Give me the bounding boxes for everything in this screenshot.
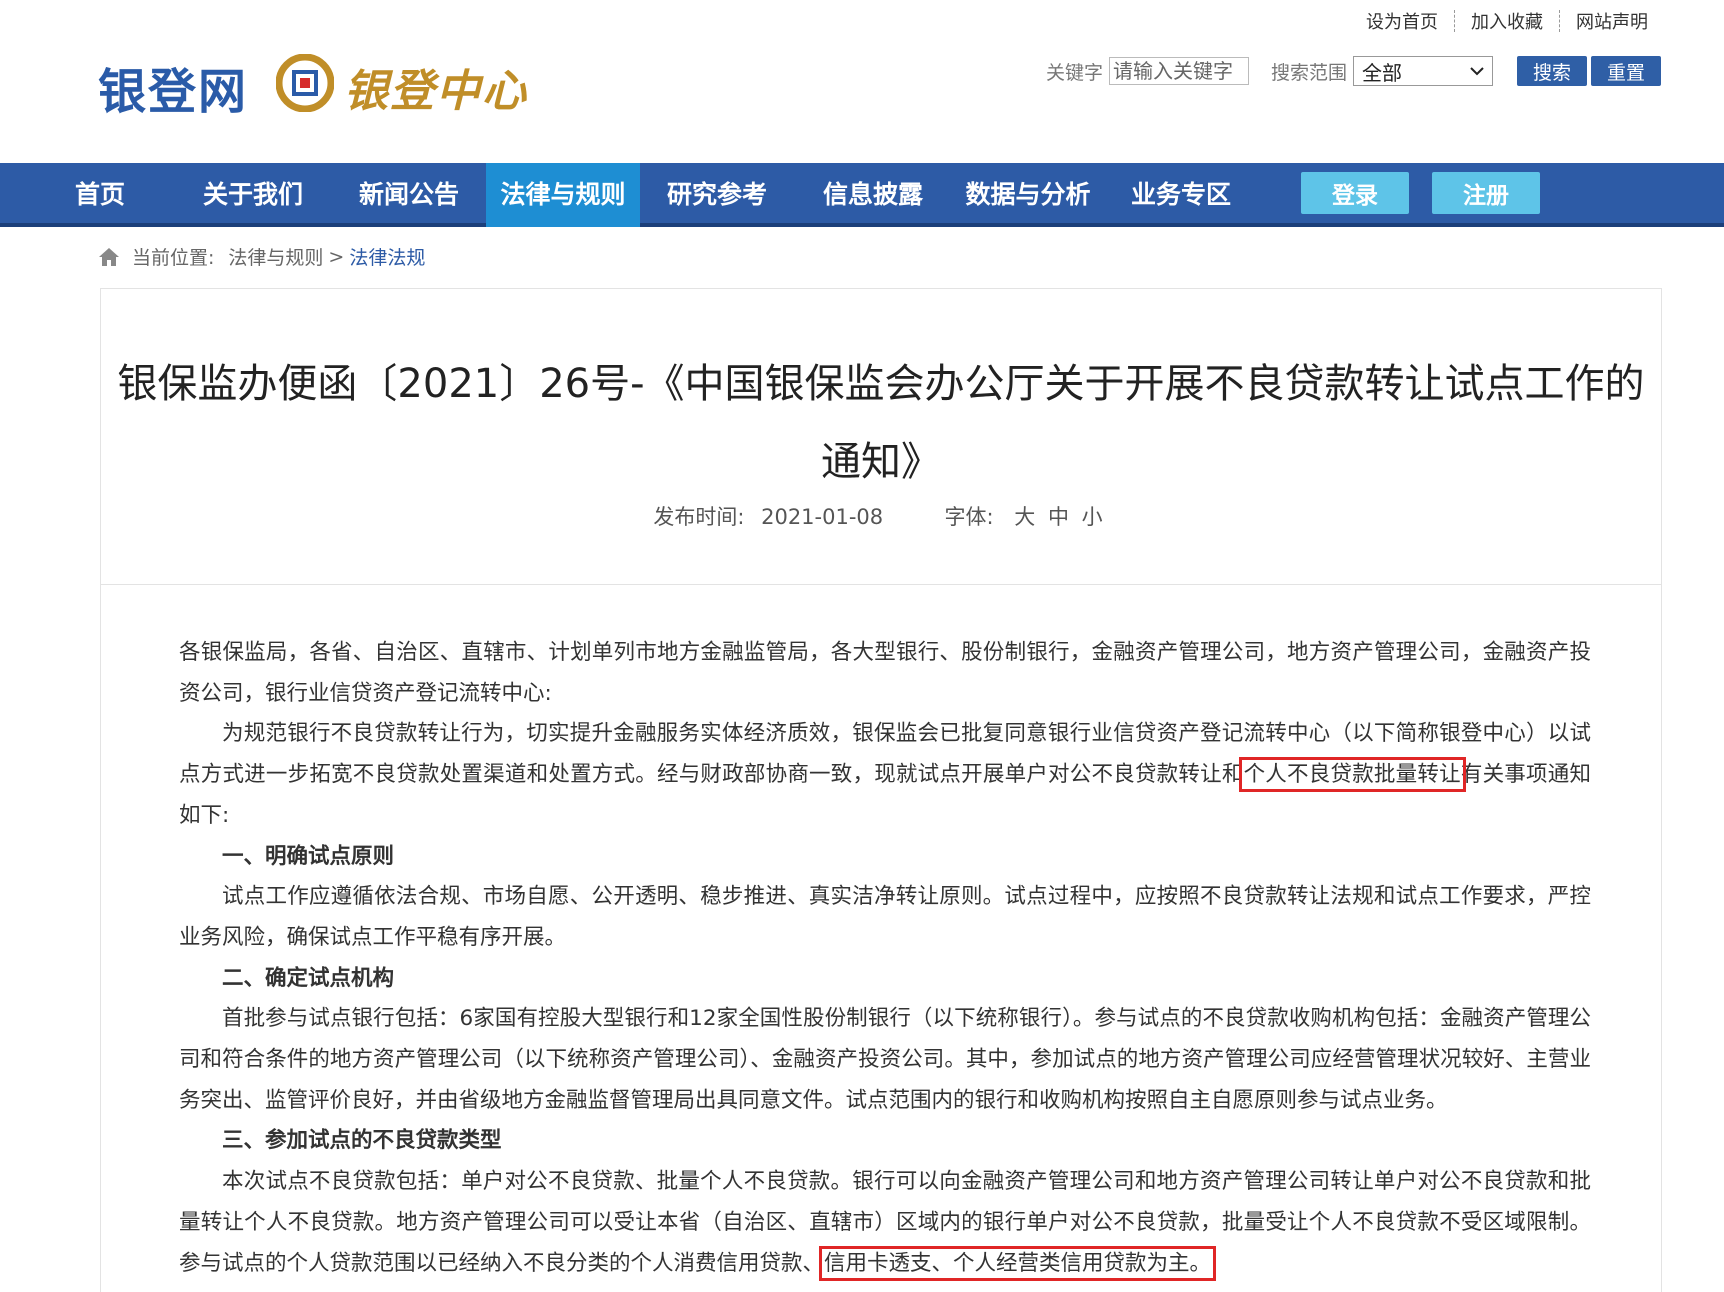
nav-item-data[interactable]: 数据与分析 [954,163,1102,227]
article-box: 银保监办便函〔2021〕26号-《中国银保监会办公厅关于开展不良贷款转让试点工作… [100,288,1662,1292]
breadcrumb-current[interactable]: 法律法规 [349,243,425,270]
section-heading-1: 一、明确试点原则 [222,843,395,869]
top-utility-links: 设为首页 加入收藏 网站声明 [1350,8,1664,34]
section-body-1: 试点工作应遵循依法合规、市场自愿、公开透明、稳步推进、真实洁净转让原则。试点过程… [179,884,1591,950]
paragraph-intro: 为规范银行不良贷款转让行为，切实提升金融服务实体经济质效，银保监会已批复同意银行… [179,721,1591,828]
section-heading-2: 二、确定试点机构 [222,965,395,991]
article-meta: 发布时间: 2021-01-08 字体: 大 中 小 [101,501,1661,531]
section-body-3: 本次试点不良贷款包括：单户对公不良贷款、批量个人不良贷款。银行可以向金融资产管理… [179,1169,1591,1281]
site-logo-text[interactable]: 银登网 [98,52,248,122]
set-homepage-link[interactable]: 设为首页 [1350,8,1454,34]
breadcrumb-parent[interactable]: 法律与规则 [228,243,323,270]
section-body-2: 首批参与试点银行包括：6家国有控股大型银行和12家全国性股份制银行（以下统称银行… [179,1006,1591,1113]
nav-item-news[interactable]: 新闻公告 [344,163,474,227]
font-size-large[interactable]: 大 [1014,505,1035,529]
nav-item-laws[interactable]: 法律与规则 [486,163,640,227]
nav-item-home[interactable]: 首页 [48,163,152,227]
keyword-input[interactable] [1109,57,1250,85]
nav-item-business[interactable]: 业务专区 [1116,163,1246,227]
reset-button[interactable]: 重置 [1591,56,1662,86]
register-button[interactable]: 注册 [1432,172,1540,214]
article-title: 银保监办便函〔2021〕26号-《中国银保监会办公厅关于开展不良贷款转让试点工作… [117,361,1645,485]
center-logo-icon [276,54,334,112]
main-nav: 首页 关于我们 新闻公告 法律与规则 研究参考 信息披露 数据与分析 业务专区 … [0,163,1724,227]
breadcrumb: 当前位置: 法律与规则 > 法律法规 [98,243,425,270]
login-button[interactable]: 登录 [1301,172,1409,214]
nav-item-disclosure[interactable]: 信息披露 [808,163,938,227]
article-header: 银保监办便函〔2021〕26号-《中国银保监会办公厅关于开展不良贷款转让试点工作… [101,289,1661,585]
keyword-label: 关键字 [1046,61,1104,84]
add-favorite-link[interactable]: 加入收藏 [1455,8,1559,34]
font-size-label: 字体: [944,505,994,529]
font-size-small[interactable]: 小 [1082,505,1103,529]
breadcrumb-separator: > [328,245,345,268]
section-heading-3: 三、参加试点的不良贷款类型 [222,1128,502,1154]
highlight-box: 信用卡透支、个人经营类信用贷款为主。 [819,1245,1217,1281]
article-body: 各银保监局，各省、自治区、直辖市、计划单列市地方金融监管局，各大型银行、股份制银… [179,633,1591,1284]
date-label: 发布时间: [653,505,745,529]
search-button[interactable]: 搜索 [1517,56,1588,86]
font-size-medium[interactable]: 中 [1048,505,1069,529]
publish-date: 2021-01-08 [761,505,884,529]
scope-select[interactable]: 全部 [1353,56,1494,86]
nav-item-about[interactable]: 关于我们 [188,163,318,227]
scope-selected-value: 全部 [1362,60,1403,85]
breadcrumb-label: 当前位置: [132,247,215,269]
center-logo-text: 银登中心 [344,66,528,117]
scope-label: 搜索范围 [1271,61,1348,84]
home-icon[interactable] [98,246,120,268]
nav-item-research[interactable]: 研究参考 [652,163,782,227]
addressee: 各银保监局，各省、自治区、直辖市、计划单列市地方金融监管局，各大型银行、股份制银… [179,640,1591,706]
search-bar: 关键字 搜索范围 全部 搜索 重置 [1046,56,1662,86]
highlight-box: 个人不良贷款批量转让 [1238,757,1466,793]
chevron-down-icon [1470,67,1484,76]
site-statement-link[interactable]: 网站声明 [1560,8,1664,34]
